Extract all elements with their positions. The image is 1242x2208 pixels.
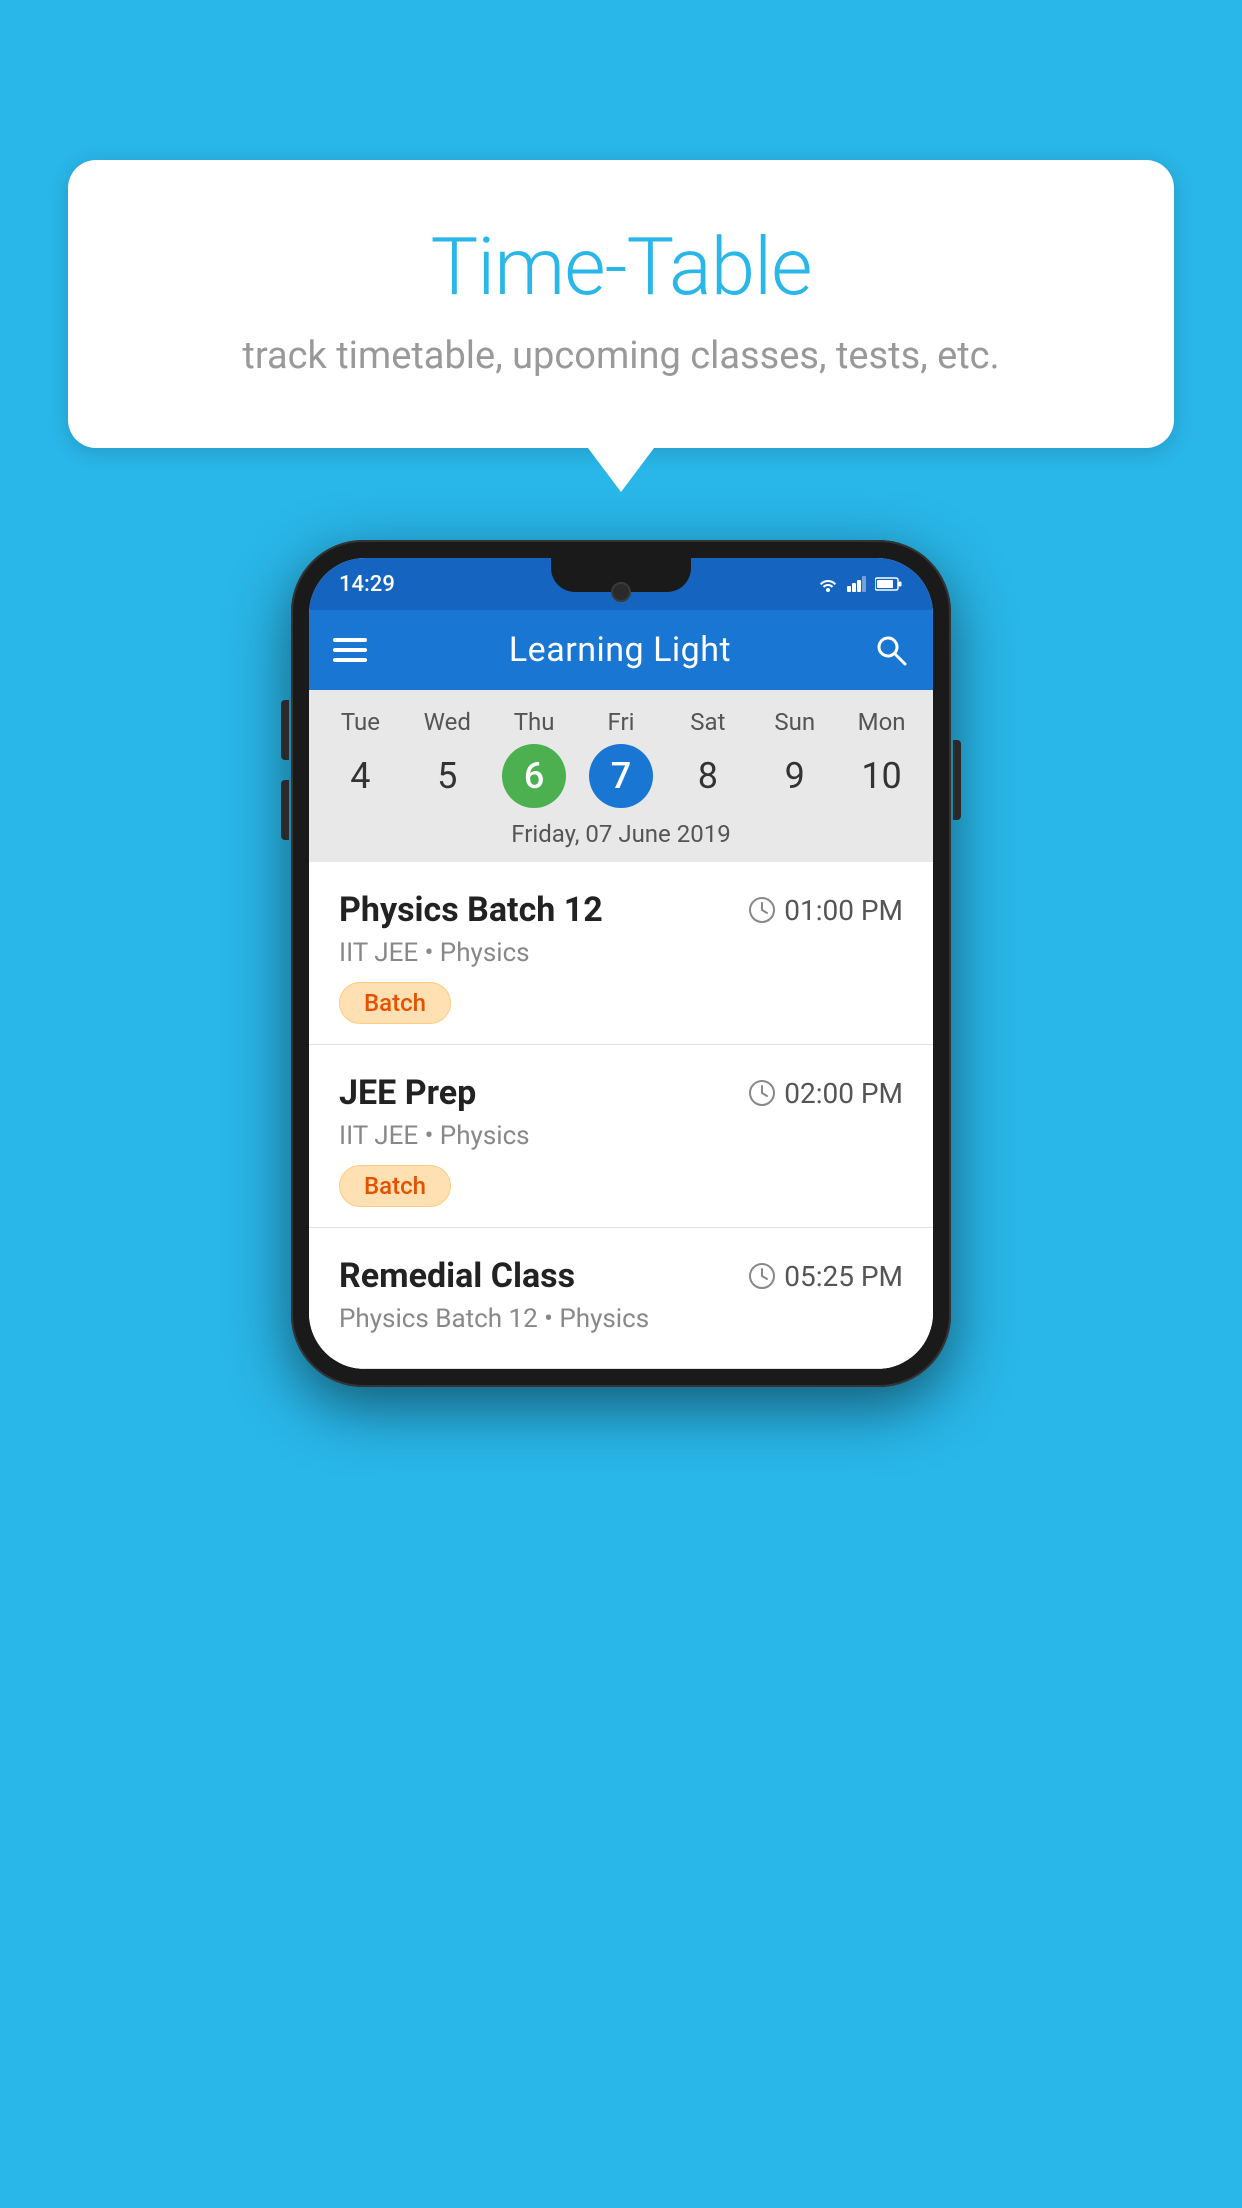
- schedule-item-1[interactable]: Physics Batch 12 01:00 PM IIT JEE • Phys…: [309, 862, 933, 1045]
- status-time: 14:29: [339, 572, 395, 597]
- tooltip-subtitle: track timetable, upcoming classes, tests…: [118, 334, 1124, 378]
- phone-screen: 14:29: [309, 558, 933, 1369]
- day-sat: Sat: [664, 708, 751, 736]
- badge-batch-1: Batch: [339, 982, 451, 1024]
- schedule-list: Physics Batch 12 01:00 PM IIT JEE • Phys…: [309, 862, 933, 1369]
- date-9[interactable]: 9: [751, 745, 838, 807]
- day-mon: Mon: [838, 708, 925, 736]
- schedule-meta-2: IIT JEE • Physics: [339, 1121, 903, 1151]
- status-icons: [817, 576, 903, 592]
- schedule-time-2: 02:00 PM: [748, 1077, 903, 1110]
- schedule-item-3[interactable]: Remedial Class 05:25 PM Physics Batch 12…: [309, 1228, 933, 1369]
- schedule-meta-3: Physics Batch 12 • Physics: [339, 1304, 903, 1334]
- clock-icon-2: [748, 1079, 776, 1107]
- selected-date-label: Friday, 07 June 2019: [309, 808, 933, 862]
- vol-down-button: [281, 780, 289, 840]
- badge-batch-2: Batch: [339, 1165, 451, 1207]
- search-button[interactable]: [873, 632, 909, 668]
- date-10[interactable]: 10: [838, 745, 925, 807]
- schedule-name-3: Remedial Class: [339, 1256, 575, 1296]
- schedule-item-2[interactable]: JEE Prep 02:00 PM IIT JEE • Physics Batc…: [309, 1045, 933, 1228]
- day-thu: Thu: [491, 708, 578, 736]
- schedule-time-1: 01:00 PM: [748, 894, 903, 927]
- app-title: Learning Light: [509, 630, 731, 670]
- app-bar: Learning Light: [309, 610, 933, 690]
- schedule-meta-1: IIT JEE • Physics: [339, 938, 903, 968]
- day-tue: Tue: [317, 708, 404, 736]
- phone-camera: [611, 582, 631, 602]
- date-4[interactable]: 4: [317, 745, 404, 807]
- day-wed: Wed: [404, 708, 491, 736]
- schedule-time-3: 05:25 PM: [748, 1260, 903, 1293]
- date-7-selected[interactable]: 7: [589, 744, 653, 808]
- tooltip-title: Time-Table: [118, 220, 1124, 314]
- clock-icon-3: [748, 1262, 776, 1290]
- clock-icon-1: [748, 896, 776, 924]
- tooltip-card: Time-Table track timetable, upcoming cla…: [68, 160, 1174, 448]
- day-headers: Tue Wed Thu Fri Sat Sun Mon: [309, 708, 933, 736]
- day-numbers: 4 5 6 7 8 9 10: [309, 744, 933, 808]
- day-fri: Fri: [578, 708, 665, 736]
- vol-up-button: [281, 700, 289, 760]
- schedule-name-2: JEE Prep: [339, 1073, 476, 1113]
- phone-notch: [551, 558, 691, 592]
- date-8[interactable]: 8: [664, 745, 751, 807]
- wifi-icon: [817, 576, 839, 592]
- power-button: [953, 740, 961, 820]
- date-5[interactable]: 5: [404, 745, 491, 807]
- day-sun: Sun: [751, 708, 838, 736]
- phone-mockup: 14:29: [291, 540, 951, 1387]
- date-6-today[interactable]: 6: [502, 744, 566, 808]
- calendar-strip: Tue Wed Thu Fri Sat Sun Mon 4 5 6 7 8 9 …: [309, 690, 933, 862]
- signal-icon: [847, 576, 867, 592]
- hamburger-menu-button[interactable]: [333, 638, 367, 662]
- schedule-name-1: Physics Batch 12: [339, 890, 603, 930]
- battery-icon: [875, 577, 903, 591]
